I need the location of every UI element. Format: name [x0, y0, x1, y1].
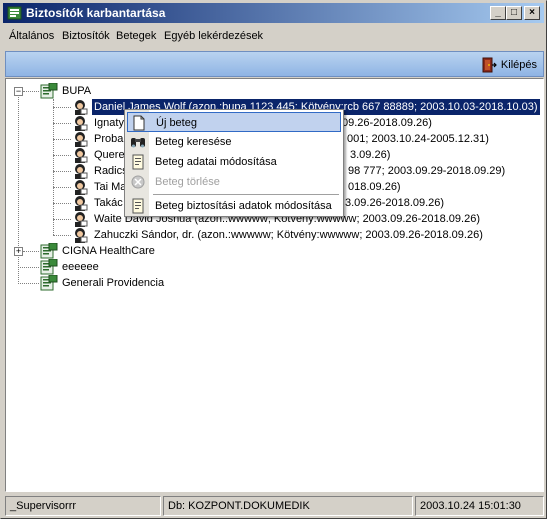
- menu-item-label: Beteg biztosítási adatok módosítása: [155, 200, 332, 212]
- patient-label-tail: 98 777; 2003.09.29-2018.09.29): [348, 165, 506, 177]
- main-window: Biztosítók karbantartása _ □ × Általános…: [0, 0, 547, 519]
- menu-altalanos[interactable]: Általános: [9, 30, 54, 42]
- patient-label-tail: 001; 2003.10.24-2005.12.31): [347, 133, 489, 145]
- menu-item-search-patient[interactable]: Beteg keresése: [127, 132, 341, 152]
- patient-label: Zahuczki Sándor, dr. (azon.:wwwww; Kötvé…: [94, 229, 483, 241]
- tree-node-label: BUPA: [62, 85, 92, 97]
- menu-item-label: Beteg keresése: [155, 136, 232, 148]
- menu-item-label: Beteg törlése: [155, 176, 220, 188]
- maximize-button[interactable]: □: [506, 6, 522, 20]
- patient-icon: [75, 228, 88, 243]
- menu-betegek[interactable]: Betegek: [116, 30, 156, 42]
- menu-bar: Általános Biztosítók Betegek Egyéb lekér…: [3, 27, 544, 47]
- menu-item-label: Beteg adatai módosítása: [155, 156, 277, 168]
- tree-line: [53, 99, 54, 235]
- patient-icon: [75, 164, 88, 179]
- tree-line: [23, 91, 39, 92]
- tree-line: [53, 139, 71, 140]
- window-title: Biztosítók karbantartása: [26, 6, 166, 20]
- binoculars-icon: [131, 138, 145, 148]
- patient-label: Tai Ma: [94, 181, 127, 193]
- minimize-button[interactable]: _: [490, 6, 506, 20]
- menu-item-delete-patient[interactable]: Beteg törlése: [127, 172, 341, 192]
- edit-insurance-icon: [132, 198, 144, 214]
- app-icon: [7, 6, 22, 20]
- edit-document-icon: [132, 154, 144, 170]
- tree-line: [18, 267, 39, 268]
- patient-label-tail: 018.09.26): [348, 181, 401, 193]
- menu-item-edit-insurance[interactable]: Beteg biztosítási adatok módosítása: [127, 196, 341, 216]
- tree-line: [53, 235, 71, 236]
- menu-item-new-patient[interactable]: Új beteg: [127, 112, 341, 132]
- insurer-folder-icon: [40, 83, 58, 99]
- patient-icon: [75, 132, 88, 147]
- close-button[interactable]: ×: [524, 6, 540, 20]
- patient-label-tail: 09.26-2018.09.26): [342, 117, 432, 129]
- patient-icon: [75, 100, 88, 115]
- tree-node-label: Generali Providencia: [62, 277, 165, 289]
- tree-line: [53, 203, 71, 204]
- patient-label-tail: 3.09.26-2018.09.26): [345, 197, 445, 209]
- tree-line: [53, 123, 71, 124]
- menu-separator: [153, 194, 339, 195]
- patient-icon: [75, 180, 88, 195]
- tree-line: [53, 155, 71, 156]
- door-exit-icon: [482, 57, 497, 73]
- expand-toggle[interactable]: +: [14, 247, 23, 256]
- insurer-folder-icon: [40, 243, 58, 259]
- toolbar: Kilépés: [5, 51, 544, 77]
- tree-line: [53, 171, 71, 172]
- tree-node-label: CIGNA HealthCare: [62, 245, 155, 257]
- tree-node-label: eeeeee: [62, 261, 99, 273]
- tree-line: [53, 187, 71, 188]
- status-database: Db: KOZPONT.DOKUMEDIK: [163, 496, 413, 516]
- insurer-folder-icon: [40, 275, 58, 291]
- patient-label: Takác: [94, 197, 123, 209]
- patient-label: Quere: [94, 149, 125, 161]
- tree-line: [23, 251, 39, 252]
- menu-item-edit-patient[interactable]: Beteg adatai módosítása: [127, 152, 341, 172]
- status-user: _Supervisorrr: [5, 496, 161, 516]
- context-menu: Új beteg Beteg keresése Beteg adatai mód…: [124, 109, 344, 217]
- patient-icon: [75, 196, 88, 211]
- status-datetime: 2003.10.24 15:01:30: [415, 496, 544, 516]
- menu-egyeb-lekerdezesek[interactable]: Egyéb lekérdezések: [164, 30, 263, 42]
- tree-line: [18, 283, 39, 284]
- exit-button[interactable]: Kilépés: [481, 56, 537, 74]
- patient-icon: [75, 116, 88, 131]
- exit-label: Kilépés: [500, 59, 537, 71]
- menu-item-label: Új beteg: [156, 117, 197, 129]
- patient-label-tail: 3.09.26): [350, 149, 391, 161]
- patient-icon: [75, 212, 88, 227]
- tree-line: [53, 107, 71, 108]
- status-bar: _Supervisorrr Db: KOZPONT.DOKUMEDIK 2003…: [5, 496, 544, 516]
- title-bar[interactable]: Biztosítók karbantartása _ □ ×: [3, 3, 544, 23]
- delete-icon: [131, 175, 145, 189]
- collapse-toggle[interactable]: −: [14, 87, 23, 96]
- menu-biztositok[interactable]: Biztosítók: [62, 30, 110, 42]
- patient-icon: [75, 148, 88, 163]
- patient-label: Ignaty: [94, 117, 124, 129]
- new-document-icon: [133, 115, 145, 131]
- insurer-folder-icon: [40, 259, 58, 275]
- tree-line: [53, 219, 71, 220]
